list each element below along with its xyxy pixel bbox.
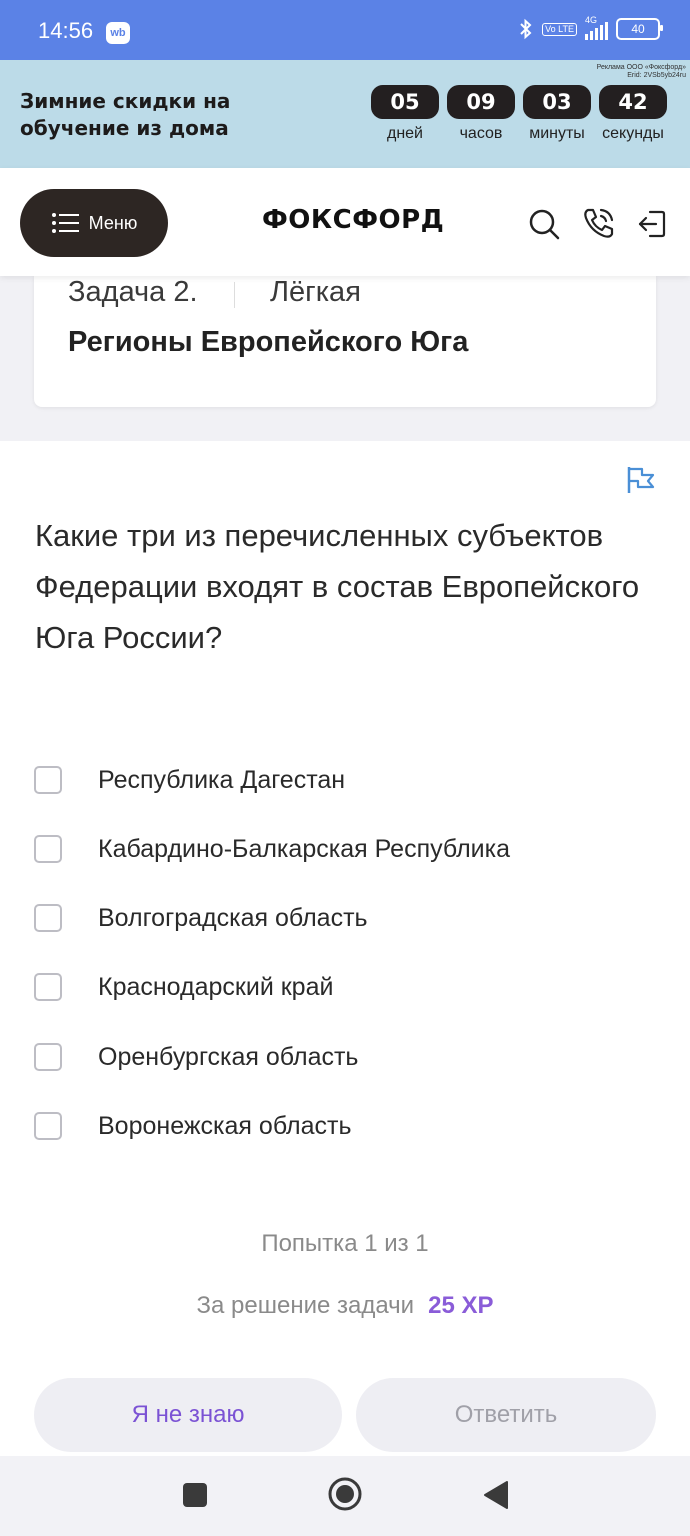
ad-line: Реклама ООО «Фоксфорд» (596, 64, 686, 71)
option-label: Краснодарский край (98, 972, 334, 1001)
phone-icon[interactable] (582, 206, 616, 240)
option-label: Кабардино-Балкарская Республика (98, 834, 511, 863)
timer-value: 05 (371, 85, 439, 119)
promo-banner[interactable]: Зимние скидки на обучение из дома Реклам… (0, 60, 690, 168)
status-time: 14:56 (38, 18, 94, 43)
question-text: Какие три из перечисленных субъектов Фед… (35, 518, 640, 655)
status-icons: Vo LTE 4G 40 (518, 15, 663, 40)
timer-label: секунды (602, 125, 664, 142)
option-label: Волгоградская область (98, 903, 368, 932)
task-number: Задача 2. (68, 276, 198, 308)
option-label: Республика Дагестан (98, 765, 346, 794)
menu-button[interactable]: Меню (20, 189, 168, 257)
timer-label: часов (459, 125, 503, 142)
task-card: Задача 2. Лёгкая Регионы Европейского Юг… (34, 276, 656, 407)
timer-minutes: 03 минуты (523, 85, 591, 143)
promo-title-line1: Зимние скидки на (20, 89, 231, 113)
signal-icon: 4G (585, 15, 608, 40)
task-divider (234, 282, 235, 308)
timer-label: дней (386, 125, 423, 142)
network-type: 4G (585, 15, 598, 25)
answer-option[interactable]: Оренбургская область (34, 1037, 654, 1077)
timer-value: 09 (447, 85, 515, 119)
answer-option[interactable]: Волгоградская область (34, 898, 654, 938)
timer-days: 05 дней (371, 85, 439, 143)
logout-icon[interactable] (636, 208, 668, 240)
answer-option[interactable]: Республика Дагестан (34, 760, 654, 800)
wb-app-icon: wb (106, 22, 130, 44)
option-checkbox[interactable] (34, 1112, 62, 1140)
status-bar: 14:56 wb Vo LTE 4G 40 (0, 0, 690, 60)
reward-xp: 25 XP (428, 1292, 494, 1319)
battery-level: 40 (631, 22, 645, 36)
attempt-counter: Попытка 1 из 1 (261, 1230, 429, 1257)
timer-hours: 09 часов (447, 85, 515, 143)
volte-badge: Vo LTE (542, 22, 577, 36)
timer-value: 42 (599, 85, 667, 119)
answer-option[interactable]: Воронежская область (34, 1106, 654, 1146)
option-checkbox[interactable] (34, 904, 62, 932)
promo-title-line2: обучение из дома (20, 116, 229, 140)
option-checkbox[interactable] (34, 766, 62, 794)
search-icon[interactable] (528, 208, 560, 240)
site-header: Меню ФОКСФОРД (0, 168, 690, 276)
option-checkbox[interactable] (34, 1043, 62, 1071)
answer-option[interactable]: Кабардино-Балкарская Республика (34, 829, 654, 869)
option-label: Воронежская область (98, 1111, 352, 1140)
recents-icon[interactable] (182, 1482, 208, 1508)
timer-label: минуты (529, 125, 585, 142)
option-checkbox[interactable] (34, 835, 62, 863)
report-flag-icon[interactable] (626, 465, 656, 495)
home-icon[interactable] (327, 1476, 363, 1512)
menu-list-icon (51, 213, 79, 233)
android-nav-bar (0, 1456, 690, 1536)
answer-button[interactable]: Ответить (356, 1378, 656, 1452)
ad-erid: Erid: 2VSb5yb24ru (627, 72, 686, 79)
countdown-timer: 05 дней 09 часов 03 минуты 42 секунды (371, 85, 667, 143)
task-title: Регионы Европейского Юга (68, 326, 469, 358)
reward-label: За решение задачи (196, 1292, 415, 1319)
option-checkbox[interactable] (34, 973, 62, 1001)
foxford-logo[interactable]: ФОКСФОРД (262, 205, 444, 235)
timer-seconds: 42 секунды (599, 85, 667, 143)
dont-know-button[interactable]: Я не знаю (34, 1378, 342, 1452)
timer-value: 03 (523, 85, 591, 119)
battery-icon: 40 (616, 18, 663, 40)
reward-info: За решение задачи 25 XP (0, 1292, 690, 1320)
ad-disclaimer: Реклама ООО «Фоксфорд» Erid: 2VSb5yb24ru (597, 64, 686, 80)
option-label: Оренбургская область (98, 1042, 359, 1071)
back-icon[interactable] (482, 1480, 510, 1510)
bluetooth-icon (520, 18, 532, 40)
menu-label: Меню (88, 212, 138, 233)
promo-title: Зимние скидки на обучение из дома (20, 88, 230, 142)
answer-option[interactable]: Краснодарский край (34, 967, 654, 1007)
task-difficulty: Лёгкая (270, 276, 361, 308)
